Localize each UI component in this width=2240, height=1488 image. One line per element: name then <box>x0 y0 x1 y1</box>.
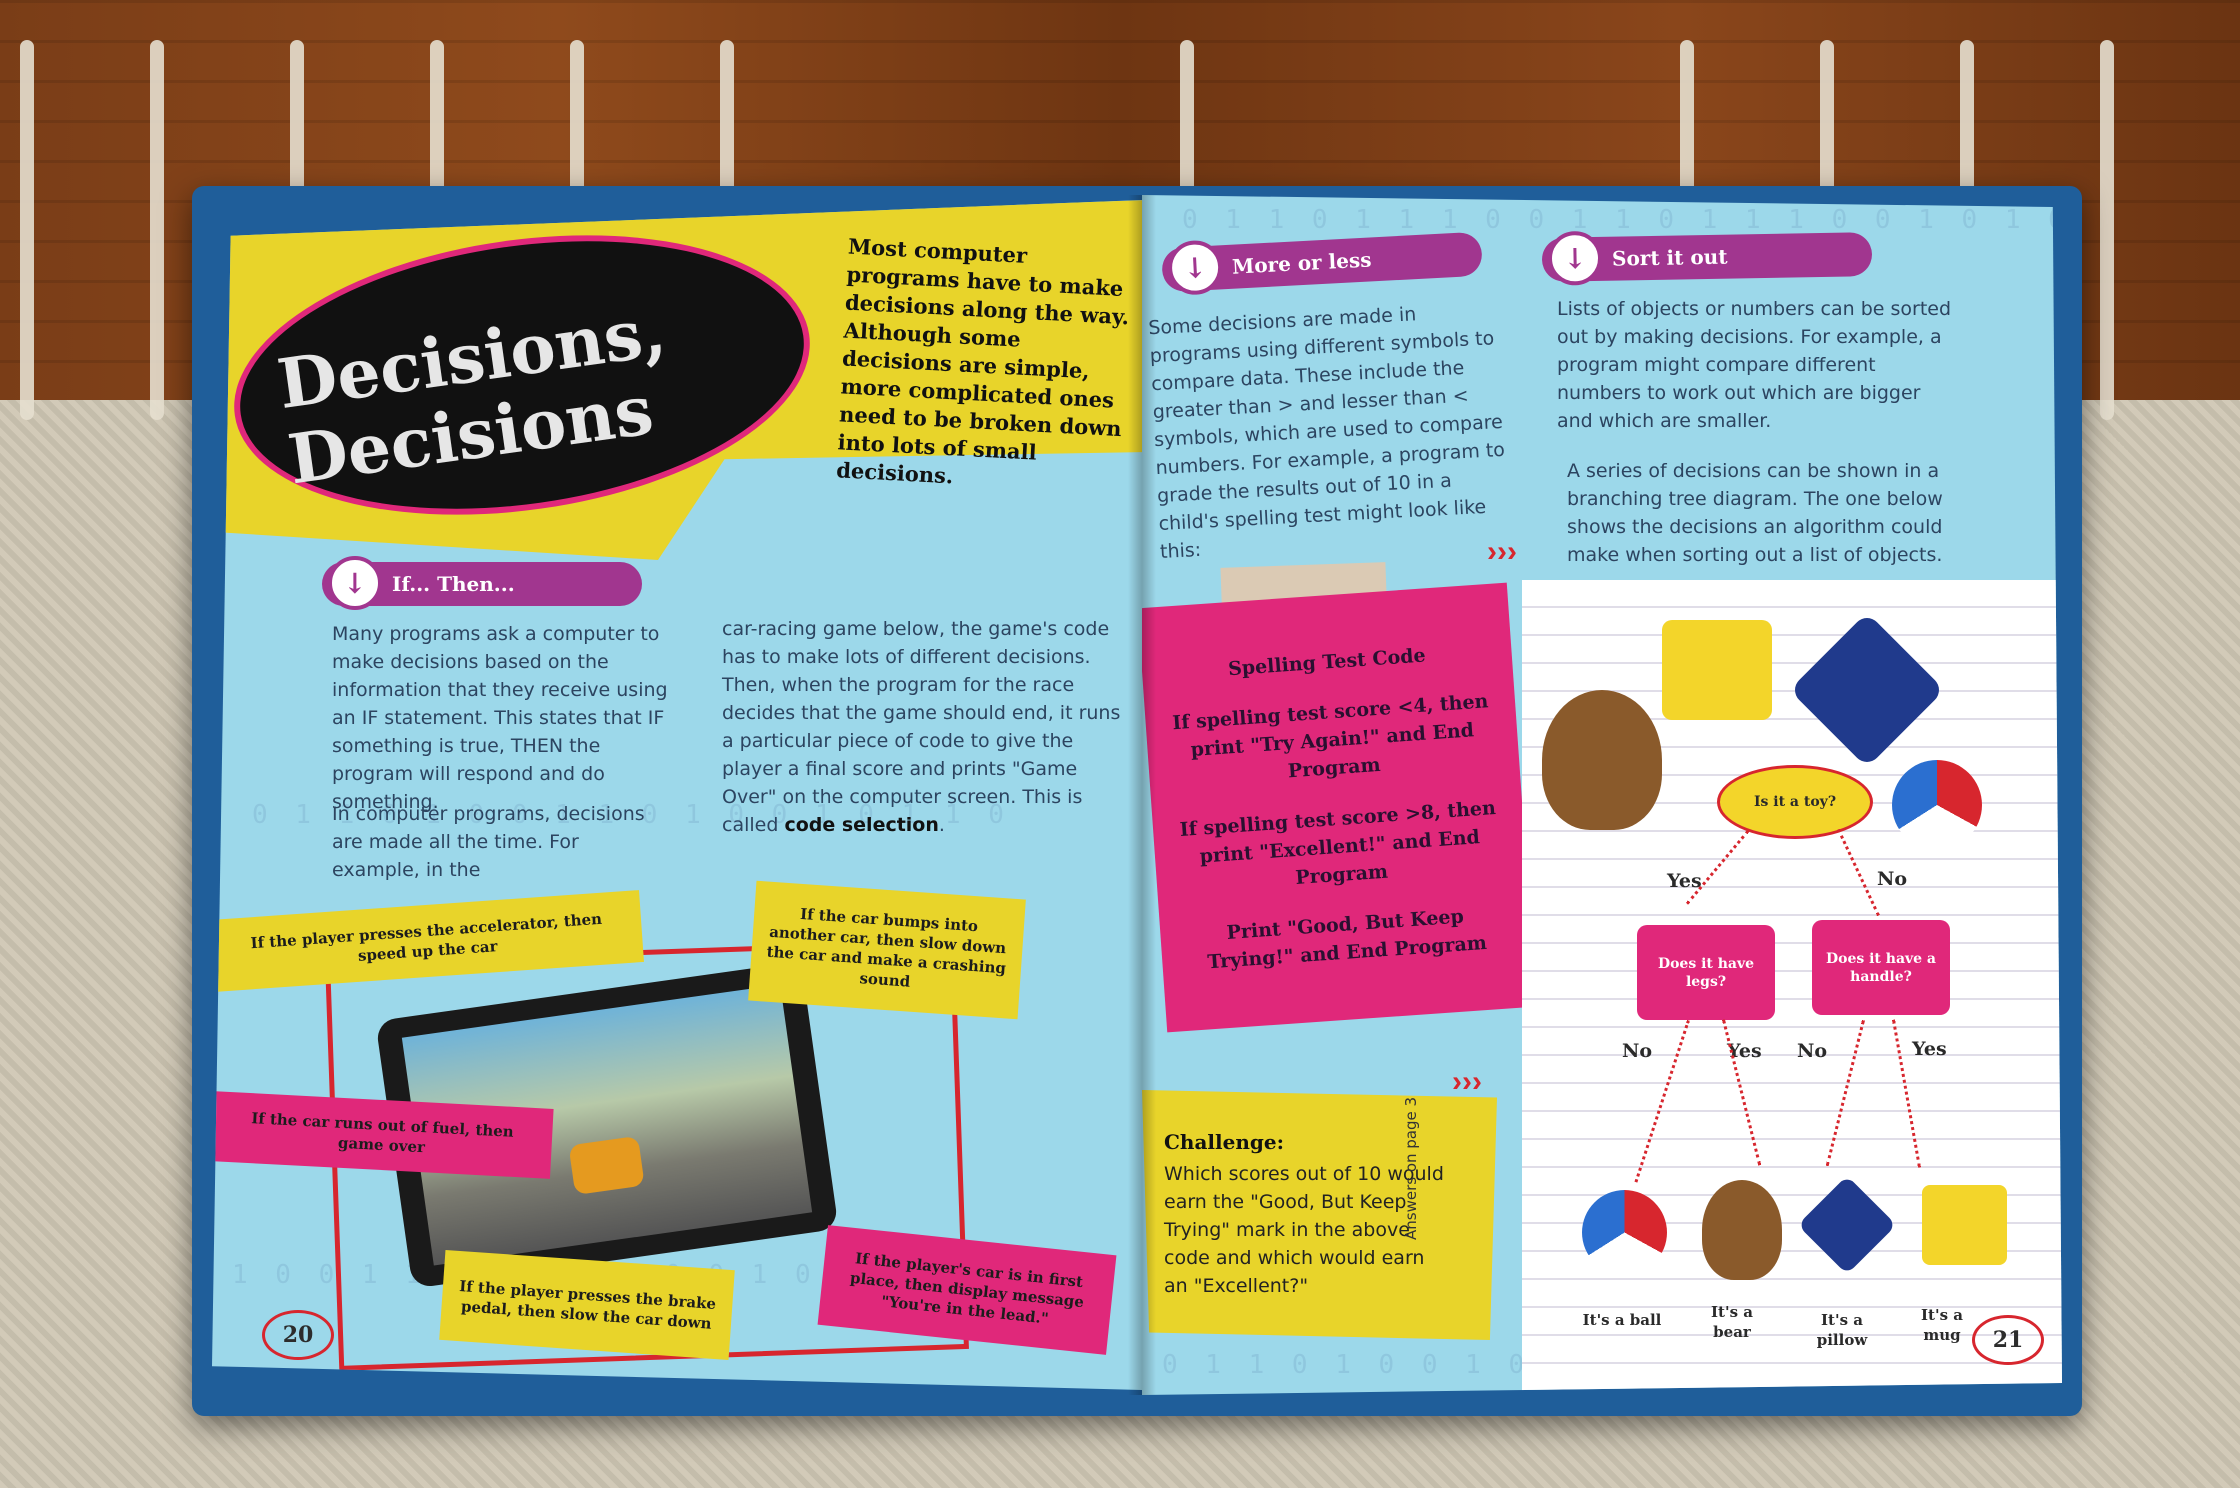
spelling-test-code-note: Spelling Test Code If spelling test scor… <box>1142 582 1537 1033</box>
leaf-caption-pillow: It's a pillow <box>1816 1311 1868 1349</box>
teddy-bear-image <box>1702 1180 1782 1280</box>
column-1-paragraph-2: In computer programs, decisions are made… <box>332 803 645 881</box>
code-block-2: If spelling test score >8, then print "E… <box>1179 796 1497 889</box>
arrow-down-icon: ↓ <box>1166 239 1224 297</box>
branch-label-no: No <box>1797 1040 1828 1062</box>
challenge-box: Challenge: Which scores out of 10 would … <box>1142 1090 1497 1340</box>
branch-label-yes: Yes <box>1667 870 1702 892</box>
tree-node-has-legs: Does it have legs? <box>1637 925 1775 1020</box>
leaf-caption-mug: It's a mug <box>1921 1306 1963 1344</box>
left-page: 0 1 1 0 1 0 0 1 1 0 1 0 0 1 0 1 1 0 1 0 … <box>212 200 1142 1390</box>
answers-note: Answers on page 31 <box>1402 1087 1420 1240</box>
race-car <box>568 1135 645 1196</box>
right-page: 0 1 1 0 1 1 1 0 0 1 1 0 1 1 1 0 0 1 0 1 … <box>1142 195 2062 1395</box>
branch-label-yes: Yes <box>1912 1038 1947 1060</box>
branch-label-no: No <box>1622 1040 1653 1062</box>
binary-pattern: 0 1 1 0 1 1 1 0 0 1 1 0 1 1 1 0 0 1 0 1 … <box>1182 205 2062 235</box>
section-tab-sort-it-out: ↓ Sort it out <box>1541 230 1873 286</box>
code-block-1: If spelling test score <4, then print "T… <box>1171 690 1490 783</box>
tree-root-node: Is it a toy? <box>1717 765 1873 839</box>
column-1-paragraph-1: Many programs ask a computer to make dec… <box>332 623 668 813</box>
leaf-caption-ball: It's a ball <box>1582 1311 1662 1329</box>
yellow-mug-image <box>1922 1185 2007 1265</box>
rug-fringe <box>150 40 164 420</box>
column-2-text-end: . <box>938 814 945 836</box>
chevron-marks-icon: ››› <box>1487 535 1517 568</box>
code-selection-term: code selection <box>784 814 939 836</box>
section-tab-more-or-less: ↓ More or less <box>1161 231 1483 297</box>
more-or-less-text: Some decisions are made in programs usin… <box>1147 303 1506 563</box>
chevron-marks-icon: ››› <box>1452 1065 1482 1098</box>
sort-paragraph-1: Lists of objects or numbers can be sorte… <box>1557 298 1952 432</box>
arrow-down-icon: ↓ <box>328 556 382 610</box>
sort-paragraph-2: A series of decisions can be shown in a … <box>1567 460 1943 566</box>
caption-bumps: If the car bumps into another car, then … <box>748 880 1026 1020</box>
beach-ball-image <box>1582 1190 1667 1275</box>
section-tab-if-then: ↓ If... Then... <box>322 556 642 610</box>
yellow-mug-image <box>1662 620 1772 720</box>
book-gutter <box>1128 195 1156 1395</box>
teddy-bear-image <box>1542 690 1662 830</box>
tab-label: If... Then... <box>392 572 515 596</box>
leaf-caption-bear: It's a bear <box>1711 1303 1753 1341</box>
challenge-title: Challenge: <box>1164 1130 1284 1154</box>
column-2-text: car-racing game below, the game's code h… <box>722 618 1121 836</box>
tree-branch <box>1837 828 1880 917</box>
tree-node-has-handle: Does it have a handle? <box>1812 920 1950 1015</box>
branch-label-no: No <box>1877 868 1908 890</box>
tab-label: More or less <box>1231 247 1372 279</box>
rug-fringe <box>2100 40 2114 420</box>
code-block-3: Print "Good, But Keep Trying!" and End P… <box>1206 905 1488 974</box>
page-number-right: 21 <box>1972 1315 2044 1365</box>
column-2-paragraph: car-racing game below, the game's code h… <box>722 615 1122 839</box>
tab-label: Sort it out <box>1611 244 1728 271</box>
tree-branch <box>1825 1020 1865 1167</box>
intro-text: Most computer programs have to make deci… <box>835 233 1130 489</box>
page-number-left: 20 <box>262 1310 334 1360</box>
blue-pillow-image <box>1789 612 1945 768</box>
code-title: Spelling Test Code <box>1227 644 1427 680</box>
rug-fringe <box>20 40 34 420</box>
blue-pillow-image <box>1797 1175 1897 1275</box>
tree-diagram-panel: Is it a toy? Yes No Does it have legs? D… <box>1522 580 2062 1395</box>
arrow-down-icon: ↓ <box>1547 230 1603 286</box>
beach-ball-image <box>1892 760 1982 850</box>
tree-branch <box>1685 830 1750 905</box>
